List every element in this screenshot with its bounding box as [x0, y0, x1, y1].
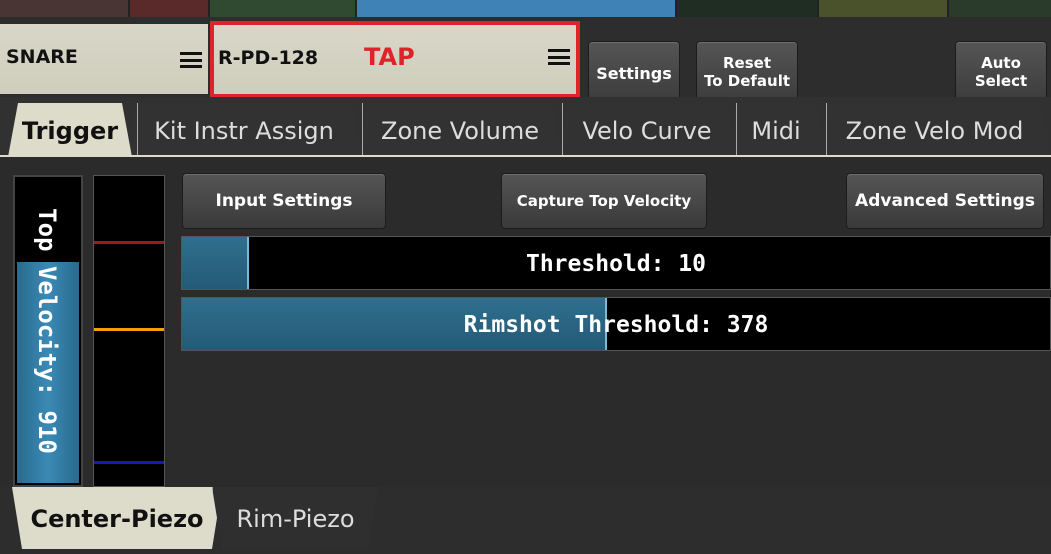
- pad-selector[interactable]: R-PD-128 TAP: [210, 21, 580, 98]
- top-pad-strip: [0, 0, 1051, 17]
- threshold-label: Threshold: 10: [525, 251, 706, 277]
- top-velocity-meter: Top Velocity: 910: [13, 175, 83, 487]
- input-settings-button[interactable]: Input Settings: [182, 173, 386, 229]
- pad-segment[interactable]: [949, 0, 1051, 17]
- top-velocity-label: Top Velocity: 910: [33, 208, 61, 454]
- reset-label-line1: Reset: [723, 54, 771, 72]
- pad-name: R-PD-128: [218, 47, 319, 69]
- pad-segment[interactable]: [0, 0, 128, 17]
- input-settings-label: Input Settings: [215, 191, 353, 211]
- tab-divider: [137, 103, 138, 157]
- tab-divider: [362, 103, 363, 157]
- rimshot-threshold-label: Rimshot Threshold: 378: [463, 312, 769, 338]
- mode-label: TAP: [364, 43, 415, 71]
- header-bar: SNARE R-PD-128 TAP Settings Reset To Def…: [0, 17, 1051, 107]
- settings-label: Settings: [596, 64, 672, 83]
- tab-midi[interactable]: Midi: [726, 103, 826, 157]
- tab-rim-piezo[interactable]: Rim-Piezo: [212, 487, 378, 549]
- rimshot-threshold-slider[interactable]: Rimshot Threshold: 378: [181, 297, 1051, 351]
- advanced-label: Advanced Settings: [855, 191, 1035, 211]
- tab-label: Kit Instr Assign: [154, 117, 334, 145]
- pad-segment[interactable]: [357, 0, 675, 17]
- tab-bar: Trigger Kit Instr Assign Zone Volume Vel…: [0, 97, 1051, 157]
- tab-kit-instr-assign[interactable]: Kit Instr Assign: [126, 103, 362, 157]
- level-marker-orange: [94, 327, 164, 331]
- tab-label: Zone Volume: [381, 117, 539, 145]
- tab-velo-curve[interactable]: Velo Curve: [558, 103, 736, 157]
- zone-tab-bar: Center-Piezo Rim-Piezo: [0, 487, 1051, 554]
- pad-segment[interactable]: [819, 0, 947, 17]
- reset-label-line2: To Default: [703, 72, 791, 90]
- capture-label: Capture Top Velocity: [516, 192, 692, 210]
- tab-label: Velo Curve: [582, 117, 712, 145]
- level-marker-blue: [94, 461, 164, 465]
- instrument-name: SNARE: [6, 46, 78, 68]
- tab-zone-volume[interactable]: Zone Volume: [358, 103, 562, 157]
- instrument-selector[interactable]: SNARE: [0, 24, 208, 94]
- auto-label-line1: Auto: [981, 54, 1021, 72]
- tab-label: Center-Piezo: [30, 505, 204, 533]
- tab-divider: [736, 103, 737, 157]
- tab-zone-velo-mod[interactable]: Zone Velo Mod: [818, 103, 1051, 157]
- capture-top-velocity-button[interactable]: Capture Top Velocity: [501, 173, 707, 229]
- pad-segment[interactable]: [210, 0, 355, 17]
- advanced-settings-button[interactable]: Advanced Settings: [846, 173, 1044, 229]
- tab-divider: [562, 103, 563, 157]
- tab-label: Midi: [751, 117, 801, 145]
- tab-trigger[interactable]: Trigger: [8, 103, 132, 157]
- tab-label: Rim-Piezo: [236, 505, 355, 533]
- threshold-slider[interactable]: Threshold: 10: [181, 236, 1051, 290]
- tab-divider: [826, 103, 827, 157]
- tab-label: Trigger: [21, 117, 119, 145]
- pad-segment[interactable]: [677, 0, 817, 17]
- menu-icon[interactable]: [180, 52, 202, 68]
- auto-label-line2: Select: [974, 72, 1028, 90]
- hit-level-meter: [93, 175, 165, 487]
- pad-segment[interactable]: [130, 0, 208, 17]
- trigger-panel: Top Velocity: 910 Input Settings Capture…: [0, 157, 1051, 487]
- level-marker-red: [94, 241, 164, 245]
- tab-center-piezo[interactable]: Center-Piezo: [12, 487, 222, 549]
- tab-label: Zone Velo Mod: [845, 117, 1024, 145]
- menu-icon[interactable]: [548, 49, 570, 65]
